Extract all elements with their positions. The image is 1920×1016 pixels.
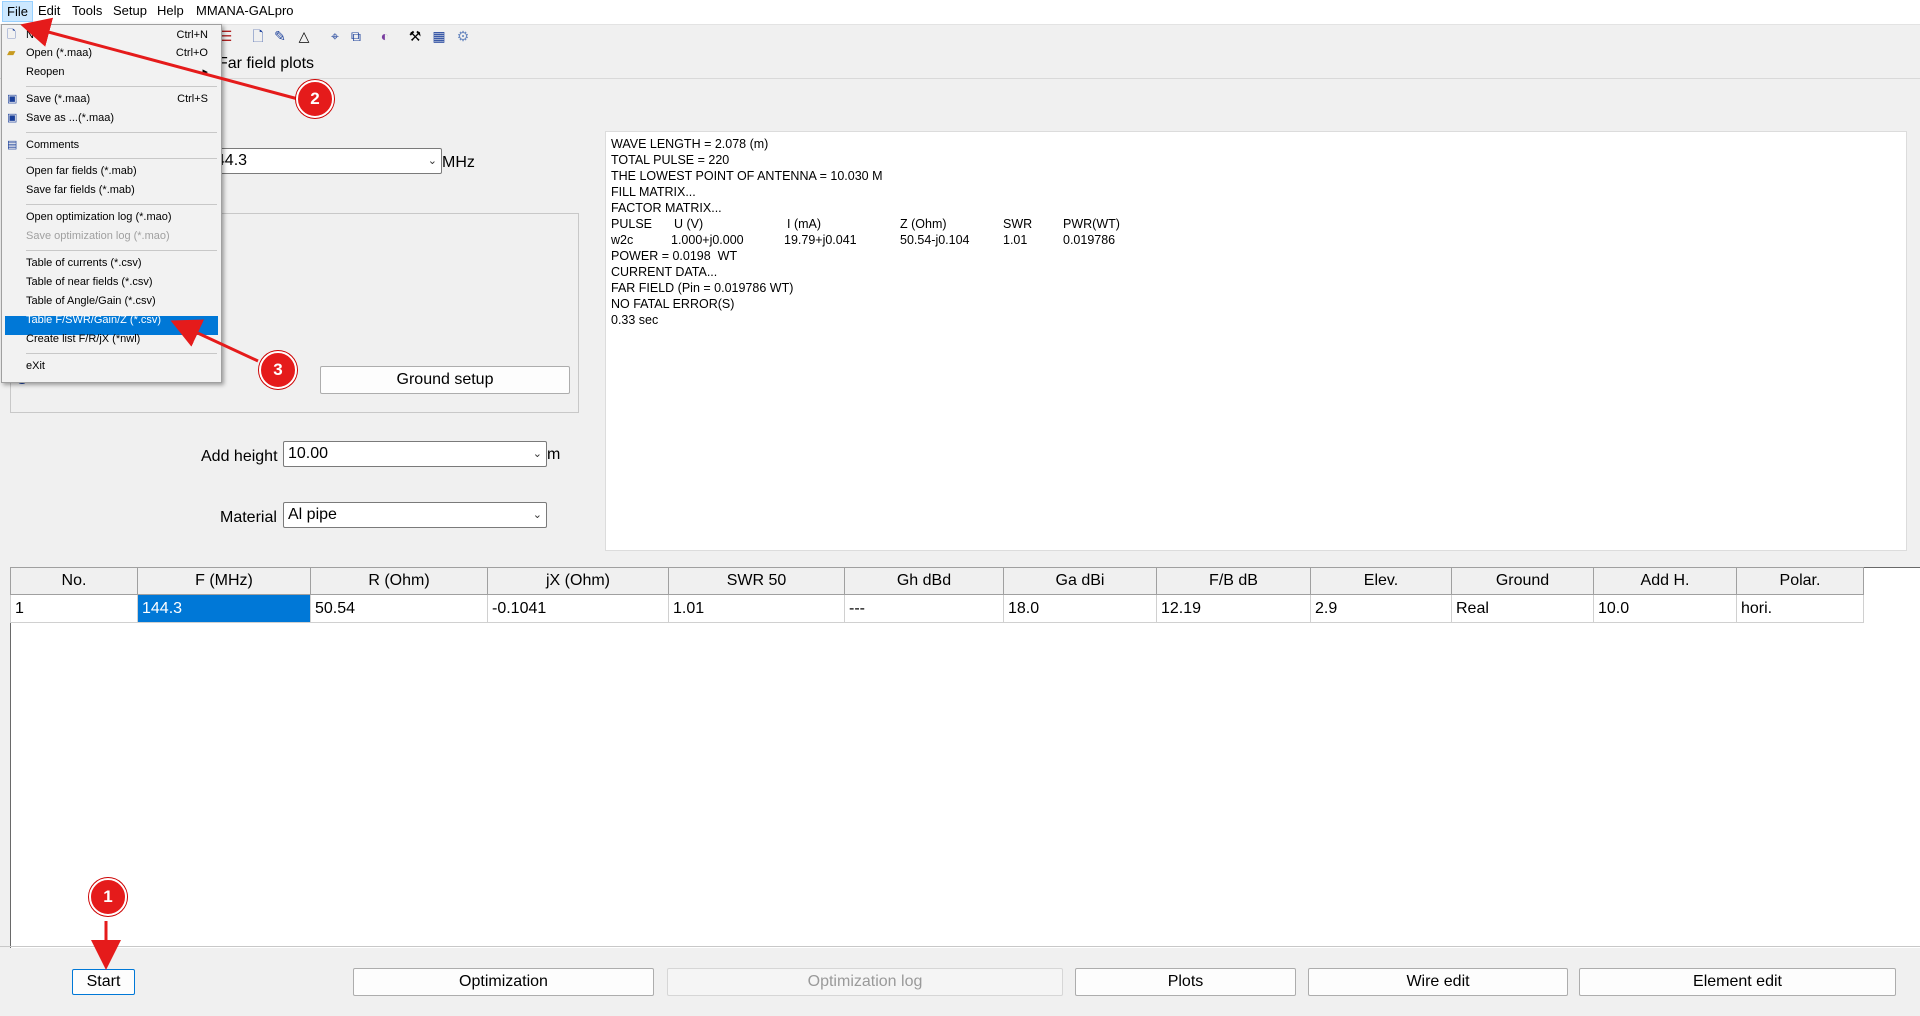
arrow-to-table-item bbox=[170, 319, 259, 363]
annotation-badge-2: 2 bbox=[296, 80, 334, 118]
annotation-badge-3: 3 bbox=[259, 351, 297, 389]
annotation-badge-1: 1 bbox=[89, 878, 127, 916]
annotation-arrows bbox=[20, 17, 299, 970]
arrow-to-file-menu bbox=[20, 17, 299, 101]
